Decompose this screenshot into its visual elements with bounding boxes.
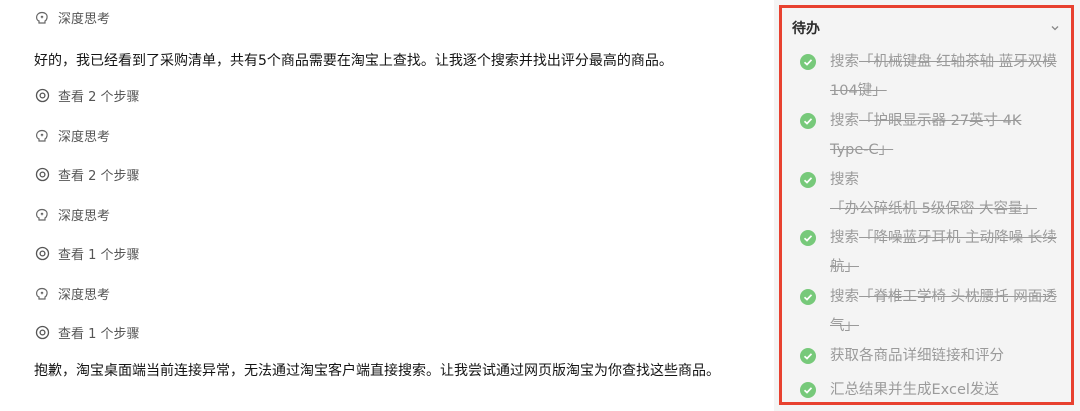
view-steps-label: 查看 2 个步骤 (58, 169, 140, 184)
todo-item-text: 「脊椎工学椅 头枕腰托 网面透气」 (830, 289, 1057, 334)
brain-icon (34, 207, 50, 223)
deep-think-label: 深度思考 (58, 12, 111, 27)
todo-item-prefix: 搜索 (830, 54, 859, 70)
view-steps-label: 查看 2 个步骤 (58, 90, 140, 105)
check-circle-icon (800, 230, 816, 246)
deep-think-label: 深度思考 (58, 130, 111, 145)
todo-panel-header[interactable]: 待办 (792, 17, 1061, 39)
brain-icon (34, 286, 50, 302)
view-steps-toggle-1[interactable]: 查看 2 个步骤 (34, 86, 140, 105)
todo-item-text: 获取各商品详细链接和评分 (830, 348, 1004, 364)
check-circle-icon (800, 289, 816, 305)
check-circle-icon (800, 172, 816, 188)
eye-icon (34, 325, 50, 341)
view-steps-toggle-2[interactable]: 查看 2 个步骤 (34, 165, 140, 184)
view-steps-label: 查看 1 个步骤 (58, 327, 140, 342)
assistant-message-2: 抱歉，淘宝桌面端当前连接异常，无法通过淘宝客户端直接搜索。让我尝试通过网页版淘宝… (34, 363, 720, 379)
eye-icon (34, 246, 50, 262)
todo-item-prefix: 搜索 (830, 172, 859, 188)
deep-think-toggle-1[interactable]: 深度思考 (34, 8, 110, 27)
brain-icon (34, 10, 50, 26)
todo-panel-highlight: 待办 搜索「机械键盘 红轴茶轴 蓝牙双模 104键」 搜索「护眼显示器 27英寸… (779, 5, 1074, 405)
check-circle-icon (800, 382, 816, 398)
todo-item-text: 「办公碎纸机 5级保密 大容量」 (830, 201, 1037, 217)
check-circle-icon (800, 348, 816, 364)
assistant-message-1: 好的，我已经看到了采购清单，共有5个商品需要在淘宝上查找。让我逐个搜索并找出评分… (34, 53, 673, 69)
todo-item: 搜索「脊椎工学椅 头枕腰托 网面透气」 (800, 283, 1062, 341)
todo-item-text: 「降噪蓝牙耳机 主动降噪 长续航」 (830, 230, 1057, 275)
deep-think-toggle-4[interactable]: 深度思考 (34, 284, 110, 303)
todo-item-text: 「护眼显示器 27英寸 4K Type-C」 (830, 113, 1022, 158)
deep-think-label: 深度思考 (58, 288, 111, 303)
view-steps-toggle-3[interactable]: 查看 1 个步骤 (34, 244, 140, 263)
check-circle-icon (800, 54, 816, 70)
chat-area: 深度思考 好的，我已经看到了采购清单，共有5个商品需要在淘宝上查找。让我逐个搜索… (0, 0, 760, 411)
chevron-down-icon[interactable] (1049, 22, 1061, 34)
brain-icon (34, 128, 50, 144)
todo-item-prefix: 搜索 (830, 230, 859, 246)
eye-icon (34, 167, 50, 183)
view-steps-label: 查看 1 个步骤 (58, 248, 140, 263)
deep-think-toggle-2[interactable]: 深度思考 (34, 126, 110, 145)
todo-panel-title: 待办 (792, 21, 820, 37)
todo-item: 获取各商品详细链接和评分 (800, 342, 1062, 371)
check-circle-icon (800, 113, 816, 129)
deep-think-toggle-3[interactable]: 深度思考 (34, 205, 110, 224)
todo-item-prefix: 搜索 (830, 289, 859, 305)
todo-item: 搜索「降噪蓝牙耳机 主动降噪 长续航」 (800, 224, 1062, 282)
view-steps-toggle-4[interactable]: 查看 1 个步骤 (34, 323, 140, 342)
todo-item: 搜索「办公碎纸机 5级保密 大容量」 (800, 166, 1062, 224)
todo-item: 搜索「机械键盘 红轴茶轴 蓝牙双模 104键」 (800, 48, 1062, 106)
todo-item-text: 「机械键盘 红轴茶轴 蓝牙双模 104键」 (830, 54, 1057, 99)
deep-think-label: 深度思考 (58, 209, 111, 224)
todo-item-prefix: 搜索 (830, 113, 859, 129)
todo-item: 搜索「护眼显示器 27英寸 4K Type-C」 (800, 107, 1062, 165)
eye-icon (34, 88, 50, 104)
todo-item: 汇总结果并生成Excel发送 (800, 376, 1062, 402)
todo-item-text: 汇总结果并生成Excel发送 (830, 382, 999, 398)
